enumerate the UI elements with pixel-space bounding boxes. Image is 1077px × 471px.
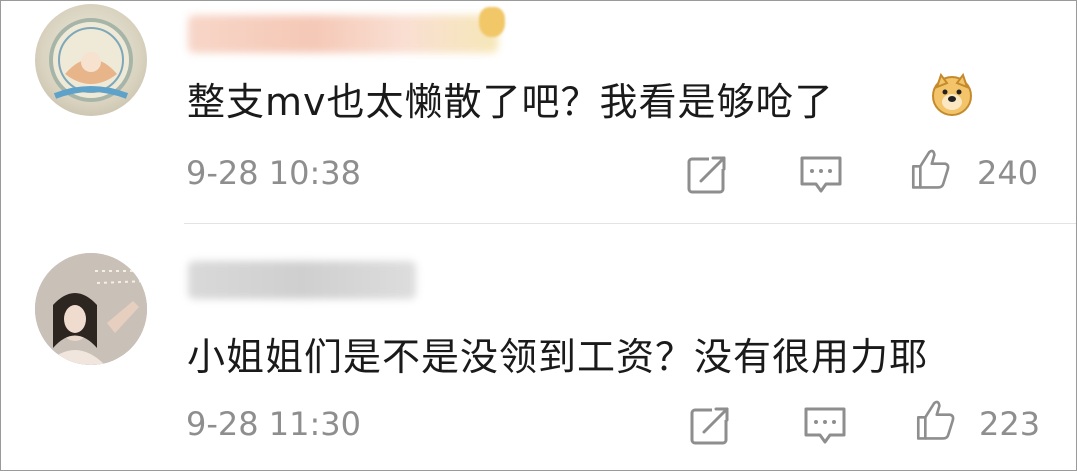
doge-emoji-icon	[932, 72, 972, 116]
comment-panel: 整支mv也太懒散了吧？我看是够呛了 9-28 10:38 240 小姐姐们是不是…	[0, 0, 1077, 471]
comment-item: 小姐姐们是不是没领到工资？没有很用力耶 9-28 11:30 223	[1, 223, 1076, 470]
share-icon[interactable]	[684, 152, 730, 196]
user-badge-icon	[479, 7, 505, 37]
comment-item: 整支mv也太懒散了吧？我看是够呛了 9-28 10:38 240	[1, 1, 1076, 223]
share-icon[interactable]	[687, 403, 733, 447]
comment-text: 小姐姐们是不是没领到工资？没有很用力耶	[187, 335, 929, 379]
comment-timestamp: 9-28 10:38	[186, 154, 362, 192]
like-count: 223	[979, 405, 1041, 443]
avatar[interactable]	[35, 4, 147, 116]
like-icon[interactable]	[907, 147, 953, 191]
comment-icon[interactable]	[802, 403, 848, 447]
divider	[184, 223, 1076, 224]
avatar[interactable]	[35, 253, 147, 365]
username-blurred[interactable]	[188, 261, 416, 299]
username-blurred[interactable]	[188, 15, 498, 53]
like-count: 240	[977, 154, 1039, 192]
like-icon[interactable]	[912, 398, 958, 442]
comment-text: 整支mv也太懒散了吧？我看是够呛了	[187, 80, 834, 124]
comment-icon[interactable]	[798, 152, 844, 196]
comment-timestamp: 9-28 11:30	[186, 405, 362, 443]
